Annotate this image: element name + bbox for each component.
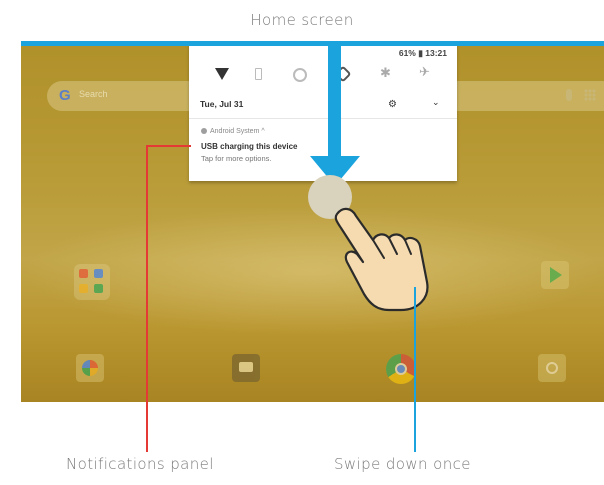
play-store-icon[interactable]: [541, 261, 569, 289]
wifi-icon[interactable]: [215, 68, 229, 80]
quick-settings-row: ✱ ✈: [189, 62, 457, 86]
home-screen-caption: Home screen: [250, 11, 354, 29]
apps-grid-icon[interactable]: [584, 89, 596, 101]
notifications-leader-horizontal: [146, 145, 191, 147]
camera-icon[interactable]: [538, 354, 566, 382]
airplane-mode-icon[interactable]: ✈: [419, 65, 433, 80]
app-folder-icon[interactable]: [74, 264, 110, 300]
swipe-hand-icon: [334, 207, 429, 312]
chrome-icon[interactable]: [386, 354, 416, 384]
search-placeholder: Search: [79, 89, 108, 99]
notifications-panel-caption: Notifications panel: [66, 455, 214, 473]
status-bar-text: 61% ▮ 13:21: [398, 48, 447, 58]
panel-divider: [189, 118, 457, 119]
notification-title[interactable]: USB charging this device: [201, 142, 297, 151]
mic-icon[interactable]: [566, 89, 572, 101]
tablet-screen: G Search 61% ▮ 13:21 ✱ ✈ Tue, Jul 31 ⚙ ⌄…: [21, 46, 604, 402]
photos-icon[interactable]: [76, 354, 104, 382]
swipe-caption: Swipe down once: [334, 455, 471, 473]
notifications-leader-vertical: [146, 145, 148, 452]
gear-icon[interactable]: ⚙: [388, 99, 397, 110]
notification-body[interactable]: Tap for more options.: [201, 154, 271, 163]
battery-saver-icon[interactable]: [255, 68, 262, 80]
notification-source: Android System ^: [201, 128, 265, 135]
chevron-down-icon[interactable]: ⌄: [432, 98, 440, 108]
panel-date: Tue, Jul 31: [200, 99, 244, 109]
android-system-icon: [201, 128, 207, 134]
swipe-leader-line: [414, 287, 416, 452]
google-g-icon: G: [59, 87, 71, 104]
swipe-arrow-shaft: [328, 46, 341, 158]
do-not-disturb-icon[interactable]: [293, 68, 307, 82]
messages-icon[interactable]: [232, 354, 260, 382]
bluetooth-icon[interactable]: ✱: [380, 66, 394, 81]
